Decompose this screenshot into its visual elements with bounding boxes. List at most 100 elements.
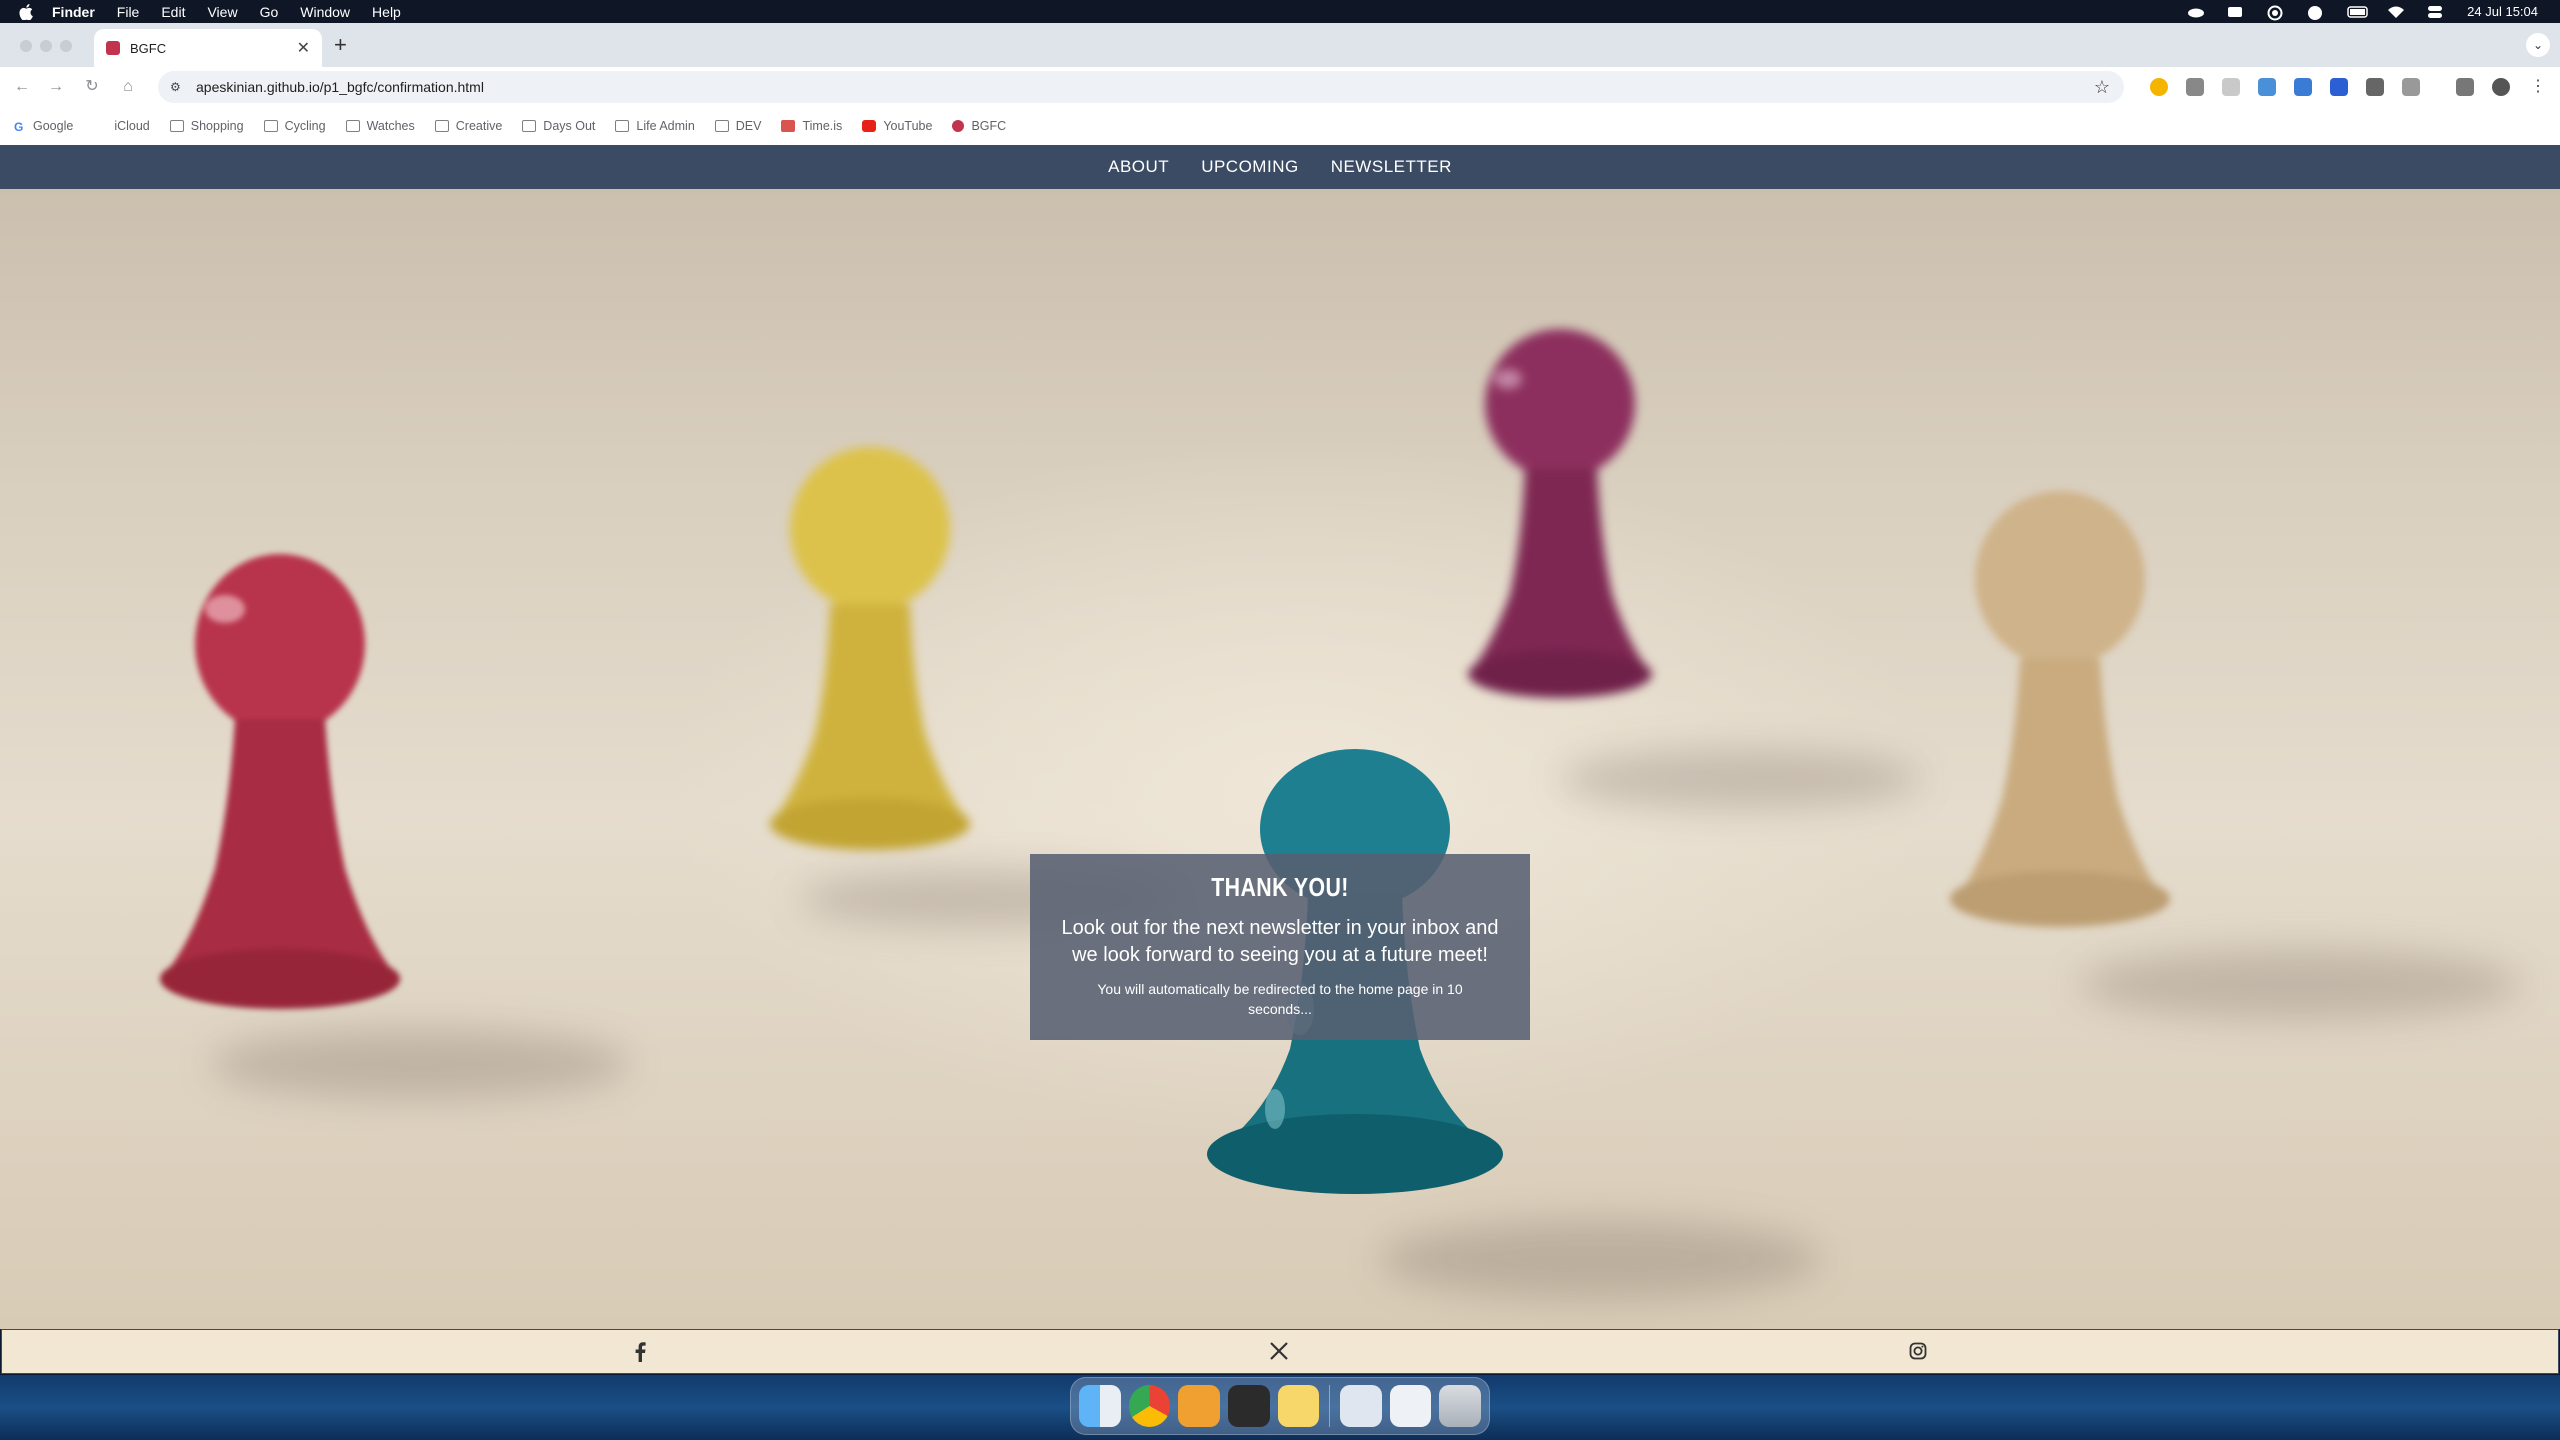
- x-icon[interactable]: [1269, 1342, 1289, 1362]
- folder-icon: [434, 120, 449, 132]
- menu-window[interactable]: Window: [300, 4, 350, 20]
- menu-file[interactable]: File: [117, 4, 140, 20]
- close-window-button[interactable]: [20, 40, 32, 52]
- folder-icon: [263, 120, 278, 132]
- folder-icon: [345, 120, 360, 132]
- nav-upcoming-link[interactable]: UPCOMING: [1201, 157, 1299, 177]
- menubar-clock[interactable]: 24 Jul 15:04: [2467, 4, 2538, 19]
- puzzle-extensions-icon[interactable]: [2402, 78, 2420, 96]
- facebook-icon[interactable]: [630, 1342, 650, 1362]
- menu-help[interactable]: Help: [372, 4, 401, 20]
- chrome-icon[interactable]: [1128, 1385, 1171, 1427]
- bookmark-folder-life-admin[interactable]: Life Admin: [615, 119, 695, 133]
- bookmark-folder-shopping[interactable]: Shopping: [169, 119, 244, 133]
- nav-about-link[interactable]: ABOUT: [1108, 157, 1169, 177]
- card-icon[interactable]: [2227, 5, 2245, 19]
- home-button[interactable]: ⌂: [118, 77, 138, 97]
- inkscape-icon[interactable]: [1227, 1385, 1270, 1427]
- control-center-icon[interactable]: [2427, 5, 2445, 19]
- tab-search-button[interactable]: ⌄: [2526, 33, 2550, 57]
- pawn-shadow: [1380, 1219, 1820, 1299]
- timeis-icon: [781, 120, 796, 132]
- pawn-shadow: [2080, 949, 2520, 1019]
- beige-pawn-image: [1950, 491, 2170, 927]
- shazam-icon[interactable]: [2307, 5, 2325, 20]
- bookmark-star-icon[interactable]: ☆: [2094, 77, 2110, 98]
- red-pawn-image: [160, 554, 400, 1009]
- finder-icon[interactable]: [1079, 1385, 1121, 1427]
- icloud-icon[interactable]: [2187, 5, 2205, 19]
- bookmark-label: Life Admin: [636, 119, 695, 133]
- google-icon: G: [14, 120, 24, 134]
- bgfc-favicon-icon: [106, 41, 120, 55]
- bookmark-bgfc[interactable]: BGFC: [952, 119, 1006, 133]
- trash-icon[interactable]: [1439, 1385, 1481, 1427]
- back-button[interactable]: ←: [12, 77, 32, 97]
- folder-icon: [522, 120, 537, 132]
- profile-avatar[interactable]: [2492, 78, 2510, 96]
- menu-app-name[interactable]: Finder: [52, 4, 95, 20]
- minimize-window-button[interactable]: [40, 40, 52, 52]
- record-icon[interactable]: [2267, 5, 2285, 20]
- forward-button[interactable]: →: [46, 77, 66, 97]
- pen-extension-icon[interactable]: [2186, 78, 2204, 96]
- site-navbar: ABOUT UPCOMING NEWSLETTER: [0, 145, 2560, 189]
- hero-background-image: THANK YOU! Look out for the next newslet…: [0, 189, 2560, 1329]
- confirmation-title: THANK YOU!: [1211, 872, 1349, 902]
- bookmark-folder-watches[interactable]: Watches: [345, 119, 415, 133]
- crop-extension-icon[interactable]: [2258, 78, 2276, 96]
- bookmark-timeis[interactable]: Time.is: [781, 119, 842, 133]
- instagram-icon[interactable]: [1908, 1342, 1928, 1362]
- notes-icon[interactable]: [1277, 1385, 1320, 1427]
- site-footer: [1, 1329, 2559, 1374]
- bookmark-label: YouTube: [883, 119, 933, 133]
- bookmark-icloud[interactable]: iCloud: [93, 119, 149, 133]
- bookmark-folder-dev[interactable]: DEV: [714, 119, 761, 133]
- pawn-shadow: [1560, 749, 1920, 809]
- dock-separator: [1329, 1385, 1331, 1427]
- tab-bgfc[interactable]: BGFC ✕: [94, 29, 322, 67]
- bookmark-label: iCloud: [114, 119, 150, 133]
- new-tab-button[interactable]: +: [334, 34, 347, 56]
- bookmark-label: Google: [33, 119, 74, 133]
- apple-icon[interactable]: [18, 3, 34, 21]
- bookmark-folder-creative[interactable]: Creative: [434, 119, 503, 133]
- bookmarks-bar: G Google iCloud Shopping Cycling Watches …: [0, 107, 2560, 145]
- bookmark-folder-days-out[interactable]: Days Out: [522, 119, 595, 133]
- purple-pawn-image: [1468, 329, 1652, 698]
- battery-icon[interactable]: [2347, 5, 2368, 19]
- download-icon[interactable]: [2456, 78, 2474, 96]
- bookmark-folder-cycling[interactable]: Cycling: [263, 119, 326, 133]
- zoom-window-button[interactable]: [60, 40, 72, 52]
- bookmark-google[interactable]: G Google: [14, 119, 74, 134]
- more-menu-icon[interactable]: ⋮: [2528, 77, 2548, 97]
- extension-icon[interactable]: [2150, 78, 2168, 96]
- document-icon[interactable]: [1340, 1385, 1382, 1427]
- reload-button[interactable]: ↻: [82, 77, 102, 97]
- screen-extension-icon[interactable]: [2366, 78, 2384, 96]
- bookmark-label: Creative: [455, 119, 503, 133]
- site-info-icon[interactable]: ⚙: [170, 80, 184, 94]
- bookmark-label: Days Out: [543, 119, 596, 133]
- downloads-folder-icon[interactable]: [1389, 1385, 1432, 1427]
- bookmark-youtube[interactable]: YouTube: [862, 119, 932, 133]
- mail-app-icon[interactable]: [1178, 1385, 1220, 1427]
- m-extension-icon[interactable]: [2330, 78, 2348, 96]
- menu-edit[interactable]: Edit: [161, 4, 185, 20]
- wifi-icon[interactable]: [2387, 5, 2405, 19]
- extension-icon[interactable]: [2222, 78, 2240, 96]
- tab-close-icon[interactable]: ✕: [297, 38, 310, 58]
- yellow-pawn-image: [770, 447, 970, 850]
- bookmark-label: Shopping: [190, 119, 244, 133]
- web-page: ABOUT UPCOMING NEWSLETTER THANK YOU! Loo…: [0, 145, 2560, 1375]
- image-extension-icon[interactable]: [2294, 78, 2312, 96]
- address-bar[interactable]: ⚙ apeskinian.github.io/p1_bgfc/confirmat…: [158, 71, 2124, 103]
- menu-go[interactable]: Go: [260, 4, 279, 20]
- confirmation-panel: THANK YOU! Look out for the next newslet…: [1030, 854, 1530, 1040]
- browser-toolbar: ← → ↻ ⌂ ⚙ apeskinian.github.io/p1_bgfc/c…: [0, 67, 2560, 107]
- url-text[interactable]: apeskinian.github.io/p1_bgfc/confirmatio…: [196, 79, 484, 95]
- dock: [1070, 1377, 1490, 1435]
- nav-newsletter-link[interactable]: NEWSLETTER: [1331, 157, 1452, 177]
- bookmark-label: BGFC: [971, 119, 1007, 133]
- menu-view[interactable]: View: [207, 4, 237, 20]
